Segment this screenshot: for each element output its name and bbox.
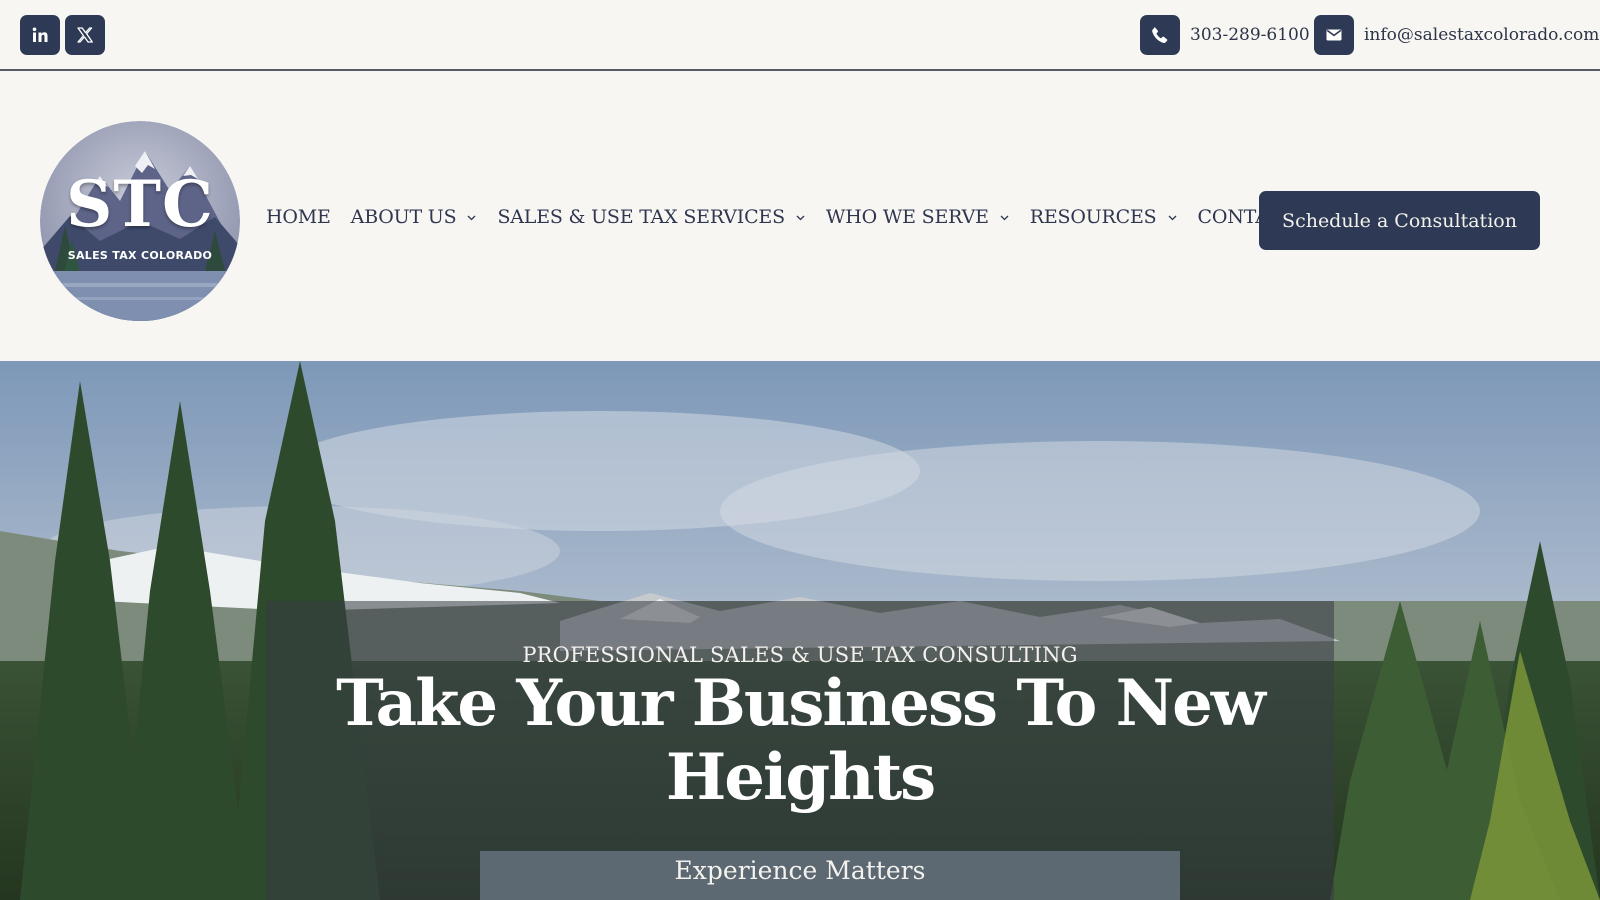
linkedin-icon bbox=[32, 27, 48, 42]
nav-label: RESOURCES bbox=[1029, 206, 1157, 228]
email-icon-box bbox=[1314, 15, 1354, 55]
email-address[interactable]: info@salestaxcolorado.com bbox=[1364, 25, 1599, 45]
x-twitter-link[interactable] bbox=[65, 15, 105, 55]
phone-icon bbox=[1152, 27, 1168, 44]
chevron-down-icon bbox=[796, 215, 805, 220]
stc-logo[interactable]: STC SALES TAX COLORADO bbox=[40, 121, 240, 321]
main-nav: HOME ABOUT US SALES & USE TAX SERVICES W… bbox=[266, 200, 1296, 234]
nav-resources[interactable]: RESOURCES bbox=[1030, 206, 1178, 228]
phone-number[interactable]: 303-289-6100 bbox=[1190, 25, 1310, 45]
nav-label: WHO WE SERVE bbox=[825, 206, 989, 228]
phone-icon-box bbox=[1140, 15, 1180, 55]
schedule-consultation-button[interactable]: Schedule a Consultation bbox=[1259, 191, 1540, 250]
email-link[interactable]: info@salestaxcolorado.com bbox=[1314, 15, 1599, 55]
top-bar: 303-289-6100 info@salestaxcolorado.com bbox=[0, 0, 1600, 71]
chevron-down-icon bbox=[1000, 215, 1009, 220]
nav-sales-use-tax-services[interactable]: SALES & USE TAX SERVICES bbox=[497, 206, 805, 228]
hero-section: PROFESSIONAL SALES & USE TAX CONSULTING … bbox=[0, 361, 1600, 900]
x-icon bbox=[77, 27, 93, 43]
hero-tagline: Experience Matters bbox=[674, 856, 926, 885]
envelope-icon bbox=[1326, 29, 1342, 41]
phone-link[interactable]: 303-289-6100 bbox=[1140, 15, 1310, 55]
chevron-down-icon bbox=[1168, 215, 1176, 220]
logo-initials: STC bbox=[66, 167, 214, 242]
site-header: STC SALES TAX COLORADO HOME ABOUT US SAL… bbox=[0, 71, 1600, 361]
logo-subtitle: SALES TAX COLORADO bbox=[67, 249, 213, 262]
nav-label: HOME bbox=[266, 206, 331, 228]
nav-who-we-serve[interactable]: WHO WE SERVE bbox=[826, 206, 1010, 228]
hero-headline: Take Your Business To New Heights bbox=[336, 666, 1266, 815]
linkedin-link[interactable] bbox=[20, 15, 60, 55]
nav-label: ABOUT US bbox=[350, 206, 457, 228]
nav-home[interactable]: HOME bbox=[266, 206, 331, 228]
nav-about-us[interactable]: ABOUT US bbox=[351, 206, 478, 228]
nav-label: SALES & USE TAX SERVICES bbox=[497, 206, 785, 228]
chevron-down-icon bbox=[467, 215, 476, 220]
hero-eyebrow: PROFESSIONAL SALES & USE TAX CONSULTING bbox=[522, 643, 1078, 667]
